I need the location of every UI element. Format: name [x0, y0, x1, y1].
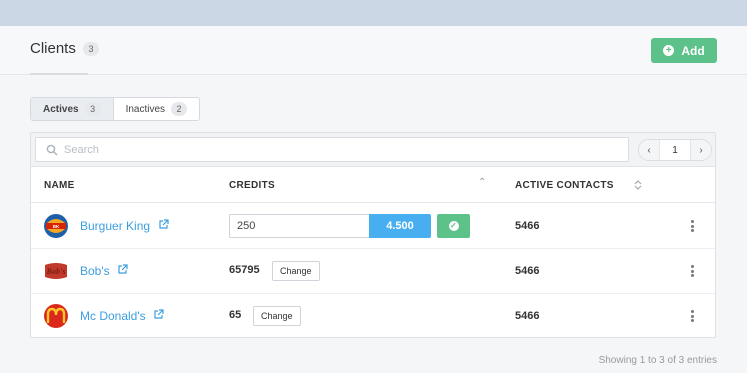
- table-header: NAME CREDITS ⌃ ACTIVE CONTACTS: [31, 168, 715, 203]
- chevron-right-icon[interactable]: ›: [691, 140, 711, 160]
- pagination: ‹ 1 ›: [638, 139, 712, 161]
- search-icon: [46, 144, 58, 156]
- tab-actives[interactable]: Actives 3: [31, 98, 114, 120]
- page-title: Clients: [30, 40, 76, 57]
- search-bar: ‹ 1 ›: [31, 133, 715, 167]
- tab-inactives[interactable]: Inactives 2: [114, 98, 199, 120]
- more-options-icon[interactable]: [686, 308, 698, 324]
- add-button-label: Add: [681, 43, 705, 58]
- clients-table-panel: ‹ 1 › NAME CREDITS ⌃ ACTIVE CONTACTS BK …: [30, 132, 716, 338]
- client-link[interactable]: Bob's: [80, 264, 110, 278]
- confirm-credits-button[interactable]: ✓: [437, 214, 470, 238]
- burger-king-logo: BK: [44, 214, 68, 238]
- chevron-left-icon[interactable]: ‹: [639, 140, 659, 160]
- top-bar: [0, 0, 747, 26]
- more-options-icon[interactable]: [686, 263, 698, 279]
- clients-count-badge: 3: [83, 42, 99, 56]
- external-link-icon[interactable]: [117, 264, 128, 275]
- credits-value: 65795: [229, 264, 260, 276]
- search-input[interactable]: [64, 138, 624, 161]
- entries-info: Showing 1 to 3 of 3 entries: [598, 355, 717, 366]
- column-header-credits[interactable]: CREDITS: [229, 180, 275, 191]
- change-credits-button[interactable]: Change: [253, 306, 301, 326]
- current-page: 1: [659, 140, 691, 160]
- client-link[interactable]: Mc Donald's: [80, 309, 146, 323]
- status-tabs: Actives 3 Inactives 2: [30, 97, 201, 121]
- active-contacts-value: 5466: [515, 220, 540, 232]
- column-header-name[interactable]: NAME: [44, 180, 75, 191]
- title-underline: [30, 73, 88, 75]
- tab-actives-label: Actives: [43, 103, 79, 115]
- check-circle-icon: ✓: [448, 221, 459, 231]
- change-credits-button[interactable]: Change: [272, 261, 320, 281]
- sort-asc-icon[interactable]: ⌃: [478, 177, 486, 188]
- table-row: BK Burguer King 4.500 ✓ 5466: [31, 204, 715, 249]
- active-contacts-value: 5466: [515, 265, 540, 277]
- page-header: Clients 3 + Add: [0, 26, 747, 75]
- external-link-icon[interactable]: [158, 219, 169, 230]
- more-options-icon[interactable]: [686, 218, 698, 234]
- sort-icon[interactable]: [634, 180, 642, 190]
- svg-text:Bob's: Bob's: [46, 267, 66, 276]
- table-row: Mc Donald's 65 Change 5466: [31, 294, 715, 339]
- add-button[interactable]: + Add: [651, 38, 717, 63]
- column-header-active-contacts[interactable]: ACTIVE CONTACTS: [515, 180, 614, 191]
- plus-circle-icon: +: [663, 45, 675, 56]
- active-contacts-value: 5466: [515, 310, 540, 322]
- tab-inactives-label: Inactives: [125, 103, 166, 115]
- mcdonalds-logo: [44, 304, 68, 328]
- credits-value: 65: [229, 309, 242, 321]
- tab-inactives-count: 2: [171, 102, 188, 116]
- table-row: Bob's Bob's 65795 Change 5466: [31, 249, 715, 294]
- credits-input[interactable]: [229, 214, 369, 238]
- external-link-icon[interactable]: [153, 309, 164, 320]
- bobs-logo: Bob's: [45, 263, 67, 279]
- client-link[interactable]: Burguer King: [80, 219, 150, 233]
- tab-actives-count: 3: [84, 102, 101, 116]
- search-field: [35, 137, 629, 162]
- svg-text:BK: BK: [53, 224, 60, 229]
- credits-total: 4.500: [369, 214, 431, 238]
